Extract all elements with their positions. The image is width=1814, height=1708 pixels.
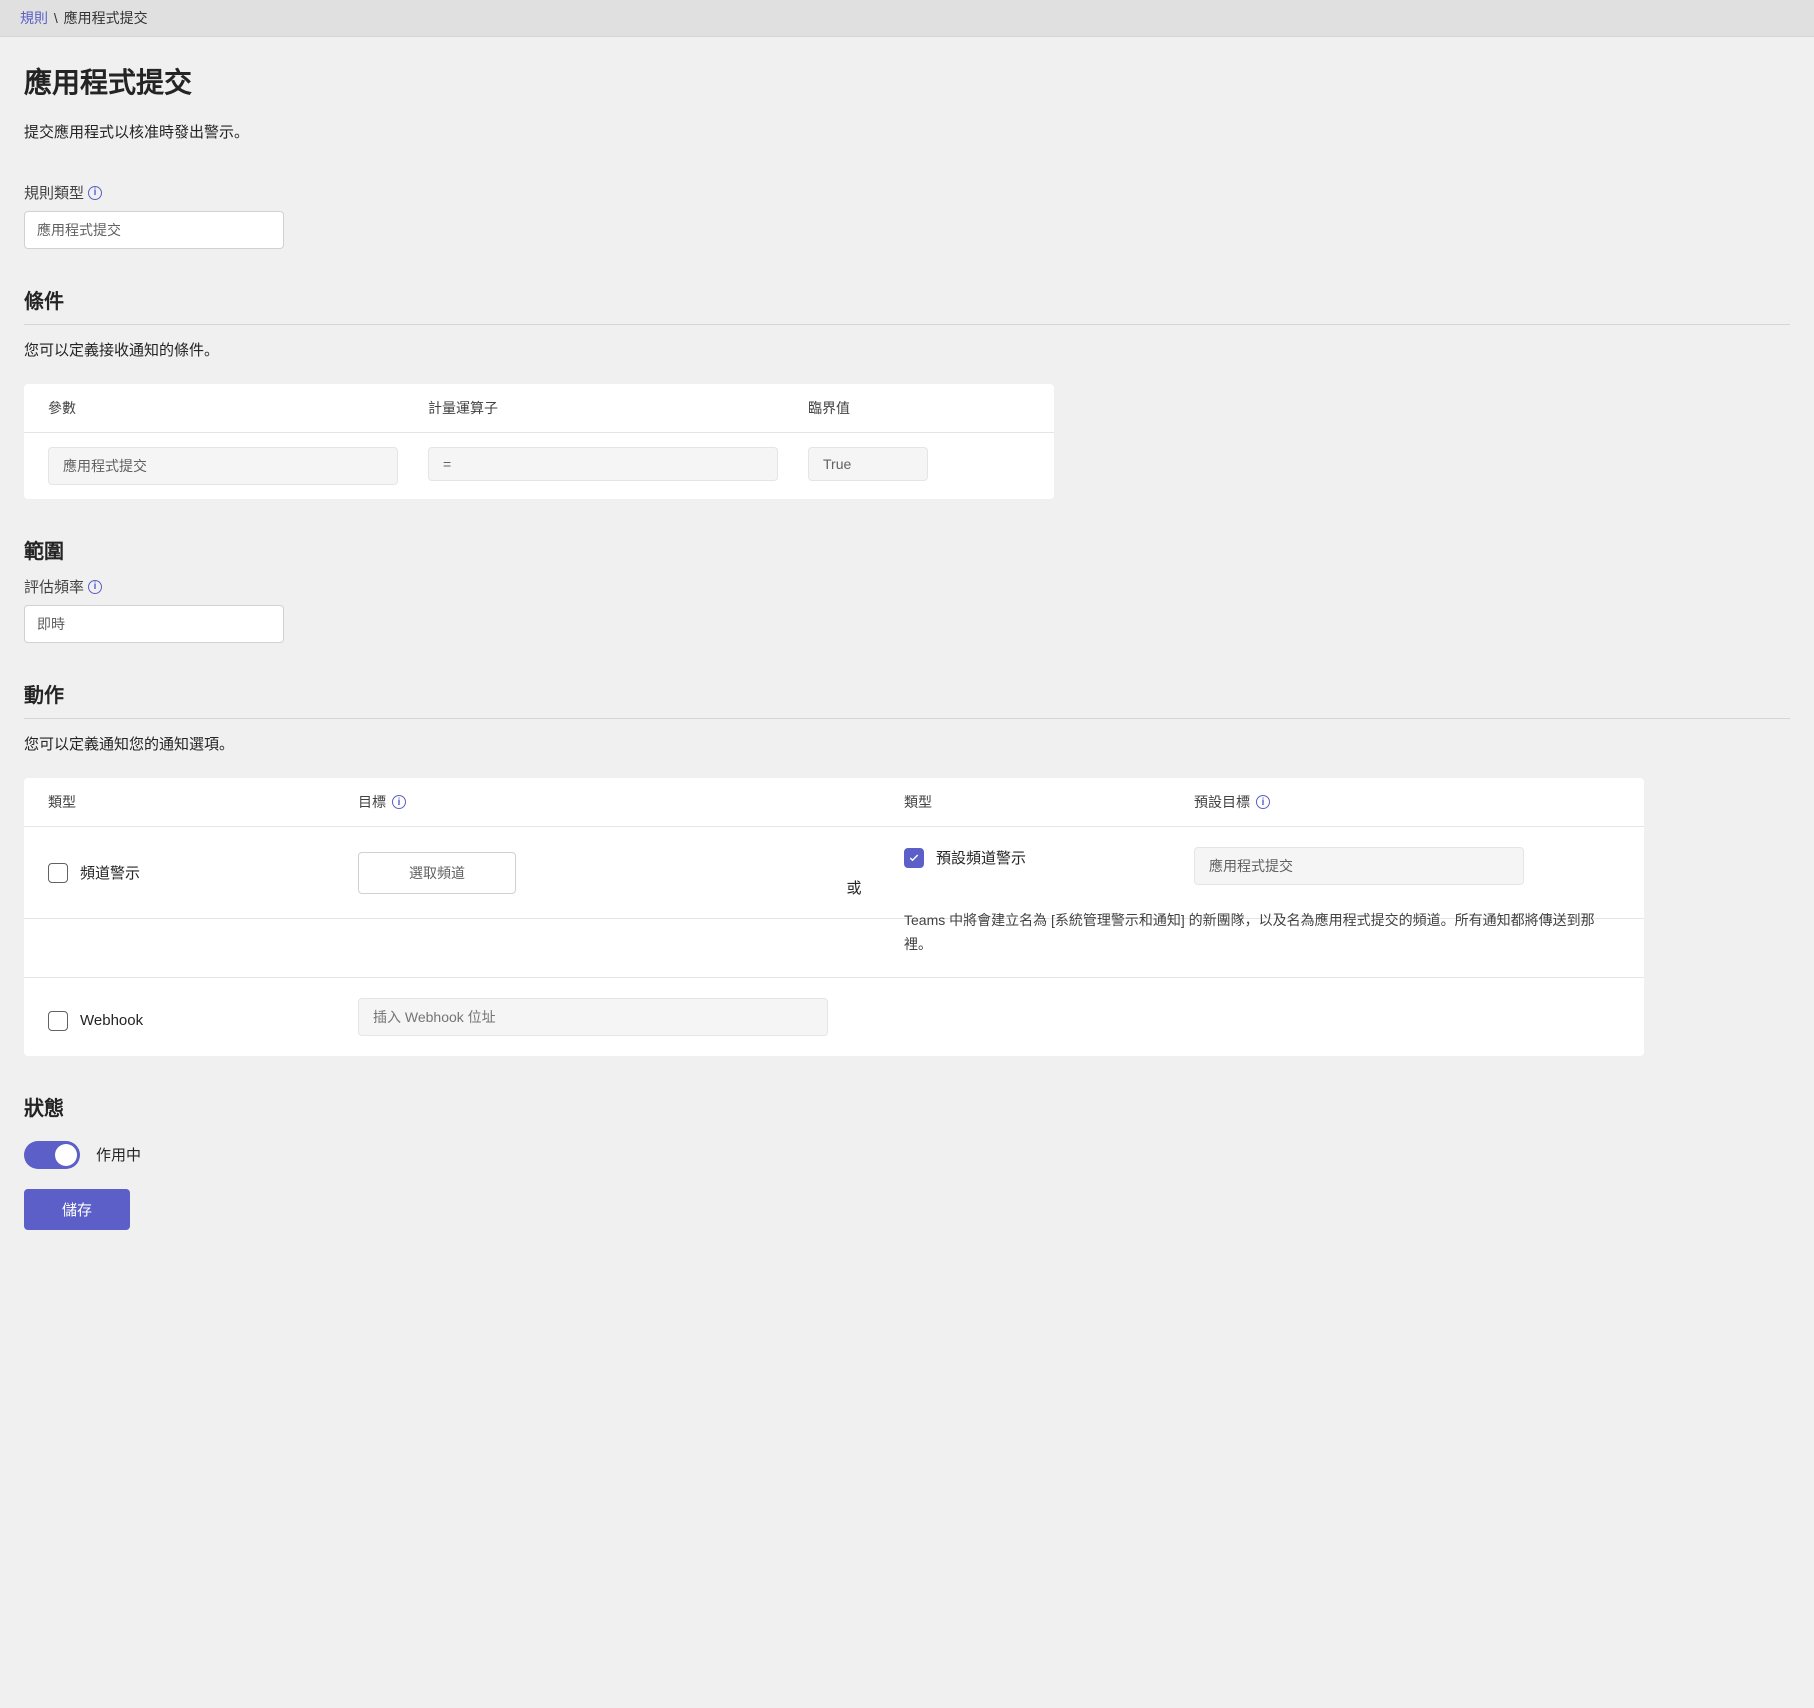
conditions-header-threshold: 臨界值: [808, 398, 1030, 418]
info-icon[interactable]: i: [88, 580, 102, 594]
or-separator: 或: [804, 847, 904, 898]
conditions-header-operator: 計量運算子: [428, 398, 778, 418]
info-icon[interactable]: i: [1256, 795, 1270, 809]
conditions-header-param: 參數: [48, 398, 398, 418]
actions-header-type2: 類型: [904, 792, 1194, 812]
conditions-description: 您可以定義接收通知的條件。: [24, 339, 1790, 360]
actions-header-default-target: 預設目標 i: [1194, 792, 1620, 812]
info-icon[interactable]: i: [88, 186, 102, 200]
breadcrumb: 規則 \ 應用程式提交: [0, 0, 1814, 37]
actions-description: 您可以定義通知您的通知選項。: [24, 733, 1790, 754]
rule-type-label: 規則類型 i: [24, 182, 1790, 203]
default-channel-alert-checkbox[interactable]: [904, 848, 924, 868]
actions-header-target: 目標 i: [358, 792, 904, 812]
default-target-input: 應用程式提交: [1194, 847, 1524, 885]
webhook-checkbox[interactable]: [48, 1011, 68, 1031]
eval-frequency-label: 評估頻率 i: [24, 576, 1790, 597]
page-description: 提交應用程式以核准時發出警示。: [24, 121, 1790, 142]
default-channel-helper-text: Teams 中將會建立名為 [系統管理警示和通知] 的新團隊，以及名為應用程式提…: [904, 909, 1620, 957]
breadcrumb-root-link[interactable]: 規則: [20, 10, 48, 26]
channel-alert-checkbox[interactable]: [48, 863, 68, 883]
condition-threshold-input: True: [808, 447, 928, 481]
status-toggle[interactable]: [24, 1141, 80, 1169]
select-channel-button[interactable]: 選取頻道: [358, 852, 516, 894]
info-icon[interactable]: i: [392, 795, 406, 809]
webhook-url-input[interactable]: [358, 998, 828, 1036]
status-title: 狀態: [24, 1092, 1790, 1121]
webhook-label: Webhook: [80, 1012, 143, 1029]
actions-title: 動作: [24, 679, 1790, 719]
condition-operator-input: =: [428, 447, 778, 481]
actions-header-type: 類型: [48, 792, 358, 812]
conditions-card: 參數 計量運算子 臨界值 應用程式提交 = True: [24, 384, 1054, 499]
breadcrumb-separator: \: [54, 10, 58, 26]
status-toggle-label: 作用中: [96, 1144, 141, 1165]
actions-card: 類型 目標 i 類型 預設目標 i 頻道警示 選取頻道 或: [24, 778, 1644, 1056]
breadcrumb-current: 應用程式提交: [64, 10, 148, 26]
rule-type-value: 應用程式提交: [24, 211, 284, 249]
condition-param-input: 應用程式提交: [48, 447, 398, 485]
scope-title: 範圍: [24, 535, 1790, 564]
save-button[interactable]: 儲存: [24, 1189, 130, 1230]
default-channel-alert-label: 預設頻道警示: [936, 847, 1026, 868]
channel-alert-label: 頻道警示: [80, 862, 140, 883]
conditions-title: 條件: [24, 285, 1790, 325]
eval-frequency-value: 即時: [24, 605, 284, 643]
page-title: 應用程式提交: [24, 61, 1790, 101]
